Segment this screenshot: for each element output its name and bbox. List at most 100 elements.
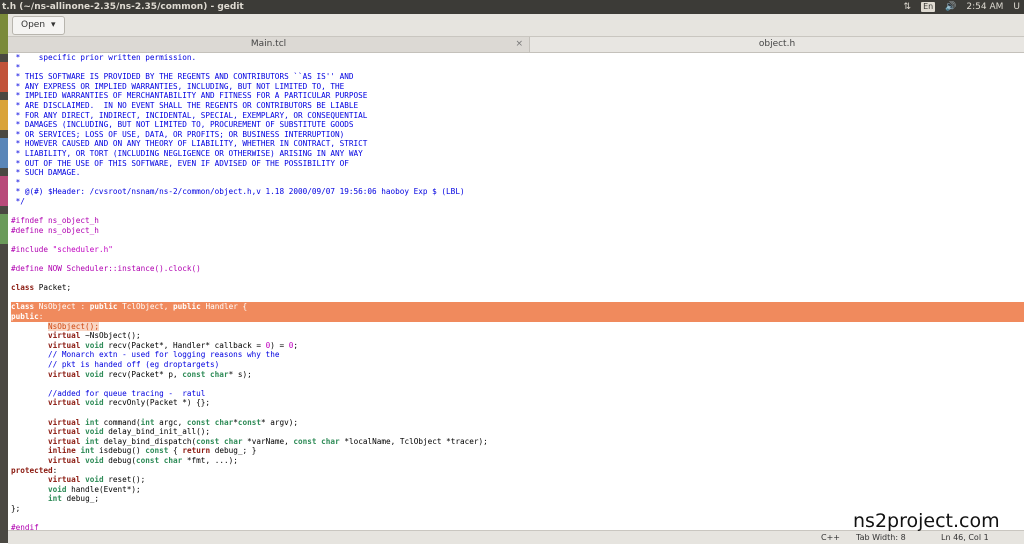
code-token: *fmt, ...); bbox=[182, 455, 238, 465]
code-token: : bbox=[52, 465, 58, 475]
code-line: NsObject(); bbox=[11, 321, 1024, 332]
launcher-item[interactable] bbox=[0, 138, 8, 168]
code-line: int debug_; bbox=[11, 494, 1024, 504]
code-line: virtual int command(int argc, const char… bbox=[11, 418, 1024, 428]
code-token: delay_bind_dispatch( bbox=[98, 436, 197, 446]
code-token: #endif bbox=[11, 523, 39, 530]
code-line: #define ns_object_h bbox=[11, 226, 1024, 236]
top-panel: t.h (~/ns-allinone-2.35/ns-2.35/common) … bbox=[0, 0, 1024, 14]
code-token: "scheduler.h" bbox=[52, 244, 113, 254]
user-menu[interactable]: U bbox=[1013, 0, 1020, 14]
code-token: const char bbox=[293, 436, 340, 446]
code-line: protected: bbox=[11, 466, 1024, 476]
code-token: * FOR ANY DIRECT, INDIRECT, INCIDENTAL, … bbox=[11, 110, 368, 120]
code-token: const char bbox=[136, 455, 183, 465]
code-token: class bbox=[11, 283, 35, 293]
code-line: #define NOW Scheduler::instance().clock(… bbox=[11, 264, 1024, 274]
code-line: // pkt is handed off (eg droptargets) bbox=[11, 360, 1024, 370]
code-token: Handler { bbox=[200, 302, 248, 312]
code-token: inline bbox=[48, 446, 76, 456]
code-token: NsObject : bbox=[34, 302, 90, 312]
code-line: virtual void debug(const char *fmt, ...)… bbox=[11, 456, 1024, 466]
launcher-item[interactable] bbox=[0, 214, 8, 244]
code-line: * bbox=[11, 178, 1024, 188]
code-line: * FOR ANY DIRECT, INDIRECT, INCIDENTAL, … bbox=[11, 111, 1024, 121]
code-token: virtual bbox=[48, 331, 81, 341]
launcher-item[interactable] bbox=[0, 14, 8, 54]
code-line: virtual void reset(); bbox=[11, 475, 1024, 485]
clock[interactable]: 2:54 AM bbox=[966, 0, 1003, 14]
code-token: { bbox=[168, 446, 183, 456]
tab-bar: Main.tcl × object.h bbox=[8, 37, 1024, 53]
status-bar: C++ Tab Width: 8 Ln 46, Col 1 bbox=[8, 530, 1024, 544]
code-line: * OUT OF THE USE OF THIS SOFTWARE, EVEN … bbox=[11, 159, 1024, 169]
code-token: command( bbox=[98, 417, 141, 427]
open-button[interactable]: Open ▾ bbox=[12, 16, 65, 35]
code-token: int bbox=[85, 417, 99, 427]
code-token: *varName, bbox=[242, 436, 294, 446]
tab-main-tcl[interactable]: Main.tcl × bbox=[8, 37, 530, 52]
code-token: debug( bbox=[103, 455, 136, 465]
code-token: class bbox=[11, 302, 35, 312]
code-line: virtual void delay_bind_init_all(); bbox=[11, 427, 1024, 437]
code-token: int bbox=[85, 436, 99, 446]
code-line: */ bbox=[11, 197, 1024, 207]
code-line: virtual int delay_bind_dispatch( const ch… bbox=[11, 437, 1024, 447]
code-token: void bbox=[85, 340, 104, 350]
code-token: return bbox=[182, 446, 211, 456]
code-line: * THIS SOFTWARE IS PROVIDED BY THE REGEN… bbox=[11, 72, 1024, 82]
code-line: //added for queue tracing - ratul bbox=[11, 389, 1024, 399]
code-token: public bbox=[11, 312, 39, 322]
code-line: class NsObject : public TclObject, publi… bbox=[11, 302, 1024, 313]
code-token: // Monarch extn - used for logging reaso… bbox=[48, 350, 280, 360]
code-token: recvOnly(Packet *) {}; bbox=[103, 398, 211, 408]
code-token: protected bbox=[11, 465, 53, 475]
code-token: * ARE DISCLAIMED. IN NO EVENT SHALL THE … bbox=[11, 100, 359, 110]
code-token: reset(); bbox=[103, 475, 146, 485]
launcher bbox=[0, 14, 8, 543]
indicator-area: ⇅ En 🔊 2:54 AM U bbox=[904, 0, 1020, 14]
code-token: virtual bbox=[48, 369, 81, 379]
code-line: #ifndef ns_object_h bbox=[11, 216, 1024, 226]
code-token: void bbox=[85, 369, 104, 379]
code-line: * @(#) $Header: /cvsroot/nsnam/ns-2/comm… bbox=[11, 187, 1024, 197]
open-button-label: Open bbox=[21, 20, 46, 30]
cursor-position: Ln 46, Col 1 bbox=[941, 533, 989, 542]
volume-icon[interactable]: 🔊 bbox=[945, 0, 956, 14]
language-selector[interactable]: C++ bbox=[821, 531, 840, 544]
launcher-item[interactable] bbox=[0, 176, 8, 206]
network-icon[interactable]: ⇅ bbox=[904, 0, 912, 14]
code-line: * HOWEVER CAUSED AND ON ANY THEORY OF LI… bbox=[11, 139, 1024, 149]
launcher-item[interactable] bbox=[0, 100, 8, 130]
keyboard-layout-indicator[interactable]: En bbox=[921, 2, 936, 12]
code-token: void bbox=[85, 398, 104, 408]
code-token: * OUT OF THE USE OF THIS SOFTWARE, EVEN … bbox=[11, 158, 349, 168]
launcher-item[interactable] bbox=[0, 62, 8, 92]
close-icon[interactable]: × bbox=[515, 37, 523, 52]
code-token: * IMPLIED WARRANTIES OF MERCHANTABILITY … bbox=[11, 91, 368, 101]
code-token: recv(Packet* p, bbox=[103, 369, 183, 379]
code-token: * argv); bbox=[261, 417, 299, 427]
code-token: #define NOW Scheduler::instance().clock(… bbox=[11, 264, 201, 274]
code-line: virtual void recv(Packet* p, const char*… bbox=[11, 370, 1024, 380]
code-token: public bbox=[173, 302, 201, 312]
tab-width-selector[interactable]: Tab Width: 8 bbox=[856, 531, 906, 544]
code-token: * THIS SOFTWARE IS PROVIDED BY THE REGEN… bbox=[11, 72, 354, 82]
code-token: virtual bbox=[48, 436, 81, 446]
code-editor[interactable]: * specific prior written permission. * *… bbox=[8, 53, 1024, 530]
code-line: void handle(Event*); bbox=[11, 485, 1024, 495]
chevron-down-icon: ▾ bbox=[51, 20, 56, 30]
tab-object-h[interactable]: object.h bbox=[530, 37, 1024, 52]
code-token: * OR SERVICES; LOSS OF USE, DATA, OR PRO… bbox=[11, 129, 345, 139]
code-text[interactable]: * specific prior written permission. * *… bbox=[8, 53, 1024, 530]
